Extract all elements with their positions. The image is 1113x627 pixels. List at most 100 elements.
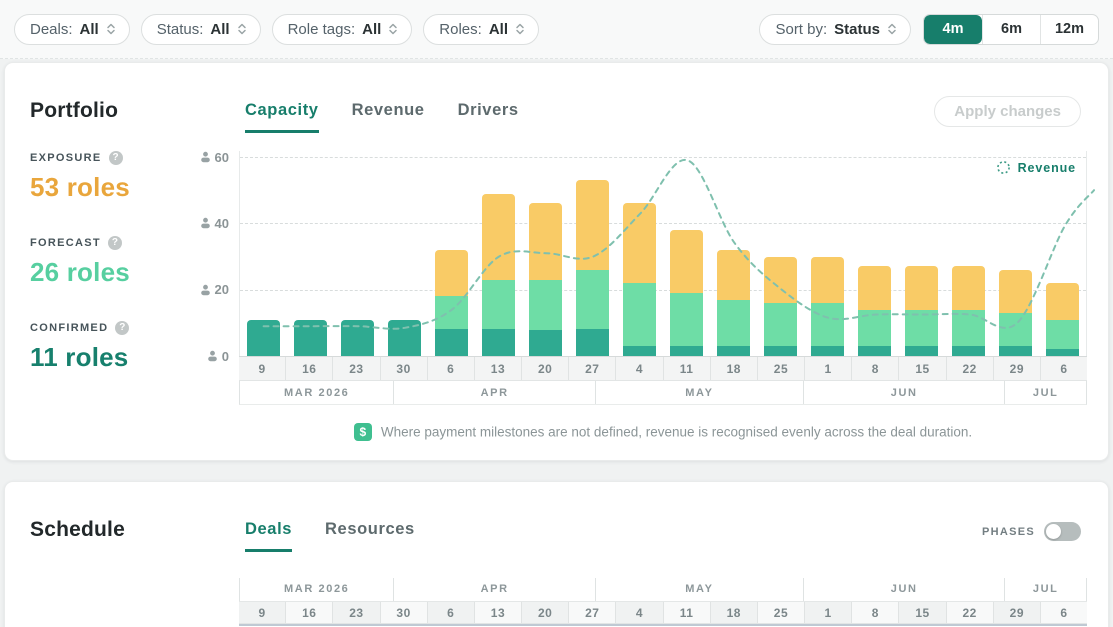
week-cell-Apr 20: 20 bbox=[522, 357, 569, 380]
segment-forecast bbox=[858, 310, 891, 347]
segment-exposure bbox=[717, 250, 750, 300]
segment-confirmed bbox=[482, 329, 515, 356]
y-tick-20: 20 bbox=[200, 282, 229, 298]
segment-confirmed bbox=[294, 320, 327, 357]
filter-pills: Deals:AllStatus:AllRole tags:AllRoles:Al… bbox=[14, 14, 539, 45]
week-cell-Jun 8: 8 bbox=[852, 602, 899, 623]
month-cell-mar-2026: MAR 2026 bbox=[240, 578, 394, 601]
tab-revenue[interactable]: Revenue bbox=[352, 101, 425, 133]
segment-forecast bbox=[1046, 320, 1079, 350]
tab-drivers[interactable]: Drivers bbox=[458, 101, 519, 133]
time-range-4m[interactable]: 4m bbox=[924, 15, 982, 44]
segment-confirmed bbox=[529, 330, 562, 357]
capacity-chart: Revenue bbox=[239, 151, 1087, 356]
segment-exposure bbox=[670, 230, 703, 293]
bar-slot-Jun 22 bbox=[945, 266, 992, 356]
segment-forecast bbox=[905, 310, 938, 347]
stacked-bar-Mar 23 bbox=[341, 320, 374, 357]
week-cell-Mar 23: 23 bbox=[333, 602, 380, 623]
roles-label: Roles: bbox=[439, 21, 482, 38]
revenue-legend-label: Revenue bbox=[1018, 161, 1076, 175]
segment-forecast bbox=[999, 313, 1032, 346]
time-range-segmented-control: 4m6m12m bbox=[923, 14, 1099, 45]
stacked-bar-Mar 9 bbox=[247, 320, 280, 357]
deals-value: All bbox=[80, 21, 99, 38]
week-cell-May 25: 25 bbox=[758, 357, 805, 380]
footnote-text: Where payment milestones are not defined… bbox=[381, 425, 972, 440]
segment-exposure bbox=[764, 257, 797, 303]
bar-slot-Jun 8 bbox=[851, 266, 898, 356]
bar-slot-Mar 9 bbox=[240, 320, 287, 357]
bar-slot-May 25 bbox=[757, 257, 804, 357]
chart-month-axis: MAR 2026APRMAYJUNJUL bbox=[239, 381, 1087, 405]
chart-bars bbox=[240, 151, 1086, 356]
role-tags-dropdown[interactable]: Role tags:All bbox=[272, 14, 413, 45]
sort-by-dropdown[interactable]: Sort by: Status bbox=[759, 14, 911, 45]
bar-slot-Apr 27 bbox=[569, 180, 616, 356]
segment-exposure bbox=[858, 266, 891, 309]
time-range-6m[interactable]: 6m bbox=[982, 15, 1040, 44]
segment-forecast bbox=[952, 310, 985, 347]
week-cell-Apr 6: 6 bbox=[428, 357, 475, 380]
stacked-bar-Jun 29 bbox=[999, 270, 1032, 356]
deals-dropdown[interactable]: Deals:All bbox=[14, 14, 130, 45]
schedule-week-axis: 916233061320274111825181522296 bbox=[239, 601, 1087, 624]
tab-deals[interactable]: Deals bbox=[245, 520, 292, 552]
tab-capacity[interactable]: Capacity bbox=[245, 101, 319, 133]
month-cell-jul: JUL bbox=[1005, 381, 1086, 404]
person-icon bbox=[200, 284, 211, 296]
segment-forecast bbox=[811, 303, 844, 346]
segment-confirmed bbox=[952, 346, 985, 356]
segment-confirmed bbox=[858, 346, 891, 356]
segment-forecast bbox=[482, 280, 515, 330]
tab-resources[interactable]: Resources bbox=[325, 520, 415, 552]
week-cell-Mar 30: 30 bbox=[381, 357, 428, 380]
updown-chevron-icon bbox=[388, 23, 398, 35]
segment-exposure bbox=[529, 203, 562, 279]
bar-slot-Jun 29 bbox=[992, 270, 1039, 356]
segment-exposure bbox=[952, 266, 985, 309]
segment-confirmed bbox=[905, 346, 938, 356]
week-cell-May 25: 25 bbox=[758, 602, 805, 623]
updown-chevron-icon bbox=[106, 23, 116, 35]
apply-changes-button[interactable]: Apply changes bbox=[934, 96, 1081, 127]
schedule-tabs: Deals Resources bbox=[245, 520, 415, 552]
week-cell-Jun 22: 22 bbox=[947, 357, 994, 380]
segment-confirmed bbox=[717, 346, 750, 356]
month-cell-apr: APR bbox=[394, 578, 595, 601]
segment-confirmed bbox=[576, 329, 609, 356]
month-cell-jun: JUN bbox=[804, 578, 1005, 601]
stacked-bar-May 25 bbox=[764, 257, 797, 357]
y-tick-40: 40 bbox=[200, 215, 229, 231]
roles-dropdown[interactable]: Roles:All bbox=[423, 14, 539, 45]
segment-confirmed bbox=[764, 346, 797, 356]
segment-forecast bbox=[623, 283, 656, 346]
dollar-icon: $ bbox=[354, 423, 372, 441]
updown-chevron-icon bbox=[515, 23, 525, 35]
portfolio-panel: Portfolio Capacity Revenue Drivers Apply c… bbox=[4, 62, 1109, 461]
person-icon bbox=[207, 350, 218, 362]
time-range-12m[interactable]: 12m bbox=[1040, 15, 1098, 44]
week-cell-Apr 13: 13 bbox=[475, 602, 522, 623]
week-cell-Jun 29: 29 bbox=[994, 602, 1041, 623]
stacked-bar-Apr 6 bbox=[435, 250, 468, 356]
portfolio-title: Portfolio bbox=[30, 99, 118, 123]
status-dropdown[interactable]: Status:All bbox=[141, 14, 261, 45]
segment-forecast bbox=[717, 300, 750, 346]
schedule-panel: Schedule Deals Resources PHASES MAR 2026A… bbox=[4, 481, 1109, 627]
phases-label: PHASES bbox=[982, 526, 1035, 538]
segment-confirmed bbox=[999, 346, 1032, 356]
month-cell-mar-2026: MAR 2026 bbox=[240, 381, 394, 404]
segment-exposure bbox=[576, 180, 609, 270]
revenue-legend[interactable]: Revenue bbox=[996, 160, 1076, 175]
role-tags-label: Role tags: bbox=[288, 21, 356, 38]
month-cell-may: MAY bbox=[596, 381, 804, 404]
sort-by-value: Status bbox=[834, 21, 880, 38]
stacked-bar-Apr 20 bbox=[529, 203, 562, 356]
sort-by-label: Sort by: bbox=[775, 21, 827, 38]
phases-toggle[interactable] bbox=[1044, 522, 1081, 541]
status-value: All bbox=[210, 21, 229, 38]
week-cell-Mar 16: 16 bbox=[286, 357, 333, 380]
schedule-title: Schedule bbox=[30, 518, 125, 542]
month-cell-may: MAY bbox=[596, 578, 804, 601]
